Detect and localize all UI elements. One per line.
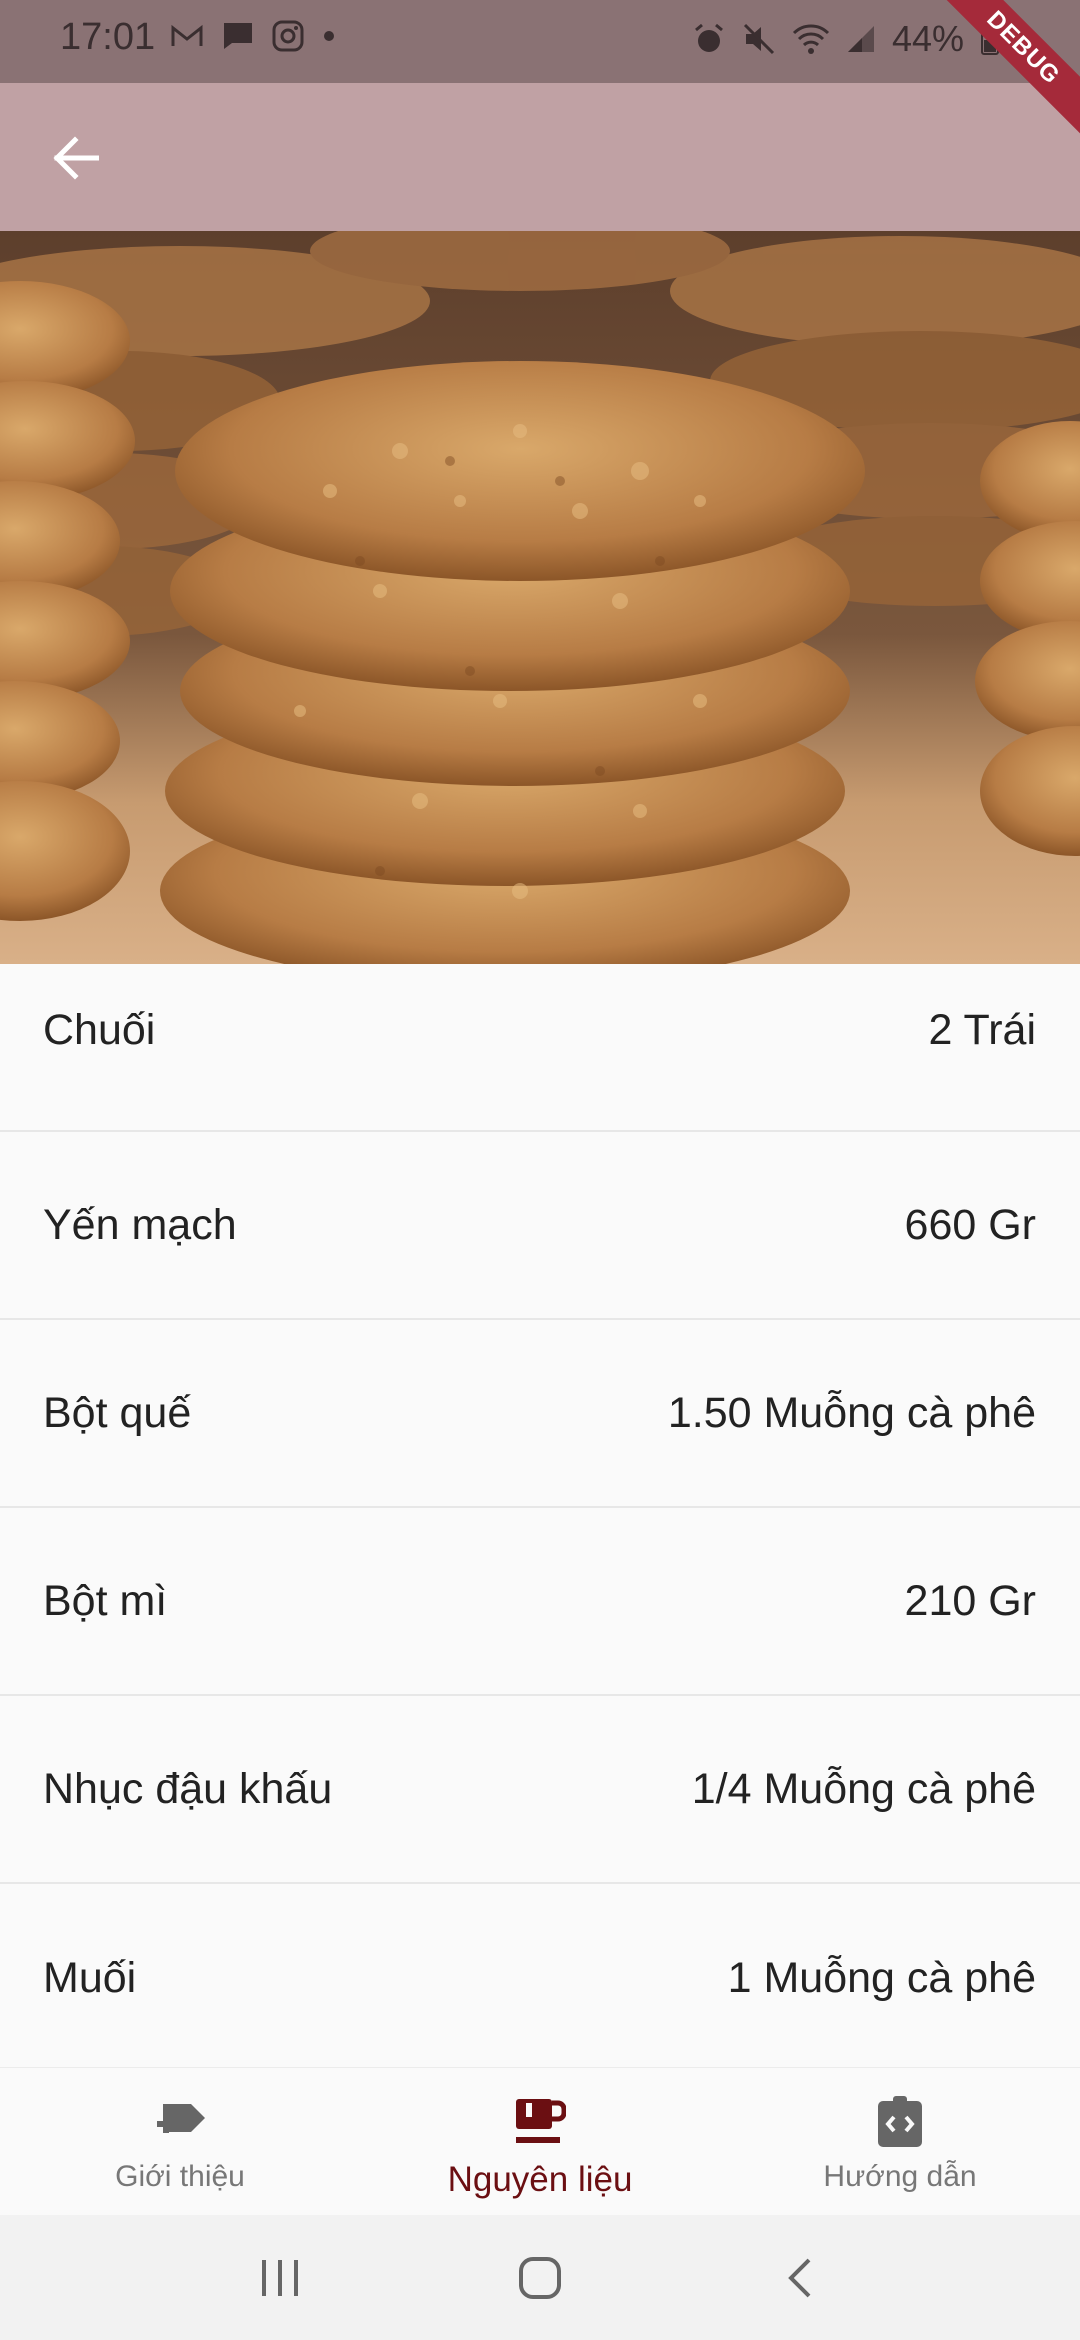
ingredient-name: Chuối [43, 1006, 156, 1054]
battery-percent: 44% [891, 18, 964, 59]
status-time: 17:01 [60, 16, 156, 58]
alarm-icon [694, 23, 723, 52]
bottom-navigation: Giới thiệu Nguyên liệu Hướng dẫn [0, 2067, 1080, 2216]
ingredient-amount: 210 Gr [904, 1576, 1036, 1625]
gmail-icon [171, 24, 203, 46]
ingredient-name: Bột mì [43, 1576, 168, 1625]
system-navigation-bar [0, 2215, 1080, 2340]
ingredient-row: Bột mì 210 Gr [0, 1508, 1080, 1696]
recent-apps-button[interactable] [240, 2238, 320, 2318]
status-bar: 17:01 44% DEBUG [0, 0, 1080, 144]
arrow-back-icon [53, 136, 99, 180]
chat-icon [224, 23, 252, 49]
ingredient-row: Bột quế 1.50 Muỗng cà phê [0, 1320, 1080, 1508]
ingredient-name: Bột quế [43, 1388, 192, 1437]
tab-gioi-thieu[interactable]: Giới thiệu [0, 2068, 360, 2216]
ingredient-name: Yến mạch [43, 1200, 237, 1249]
mute-icon [743, 23, 774, 55]
recent-apps-icon [262, 2259, 298, 2296]
cookie-stack-illustration [0, 231, 1080, 964]
tab-label: Hướng dẫn [823, 2160, 977, 2193]
ingredient-row: Nhục đậu khấu 1/4 Muỗng cà phê [0, 1696, 1080, 1884]
tab-nguyen-lieu[interactable]: Nguyên liệu [360, 2068, 720, 2216]
ingredient-row: Yến mạch 660 Gr [0, 1132, 1080, 1320]
ingredient-amount: 1/4 Muỗng cà phê [691, 1764, 1036, 1813]
home-button[interactable] [500, 2238, 580, 2318]
coffee-cup-icon [516, 2099, 566, 2143]
ingredient-amount: 1 Muỗng cà phê [727, 1953, 1036, 2002]
tab-label: Giới thiệu [115, 2160, 245, 2193]
back-button[interactable] [40, 123, 110, 193]
ingredient-row: Muối 1 Muỗng cà phê [0, 1884, 1080, 2072]
tab-huong-dan[interactable]: Hướng dẫn [720, 2068, 1080, 2216]
ingredient-amount: 2 Trái [928, 1006, 1036, 1054]
code-clipboard-icon [878, 2096, 922, 2147]
system-back-button[interactable] [760, 2238, 840, 2318]
app-bar [0, 83, 1080, 231]
signal-icon [847, 26, 874, 52]
notification-icons [170, 20, 336, 52]
tab-label: Nguyên liệu [447, 2160, 633, 2199]
instagram-icon [272, 20, 304, 52]
ingredient-name: Muối [43, 1953, 137, 2002]
ingredient-amount: 660 Gr [904, 1200, 1036, 1249]
ingredient-list: Chuối 2 Trái Yến mạch 660 Gr Bột quế 1.5… [0, 964, 1080, 2072]
home-icon [519, 2256, 561, 2299]
ingredient-name: Nhục đậu khấu [43, 1764, 333, 1813]
ingredient-row: Chuối 2 Trái [0, 964, 1080, 1132]
recipe-hero-image [0, 231, 1080, 964]
system-status-icons: 44% [692, 18, 1000, 60]
back-icon [788, 2258, 811, 2297]
add-tag-icon [157, 2104, 205, 2133]
wifi-icon [792, 24, 829, 54]
ingredient-amount: 1.50 Muỗng cà phê [667, 1388, 1036, 1437]
dot-icon [324, 31, 334, 41]
